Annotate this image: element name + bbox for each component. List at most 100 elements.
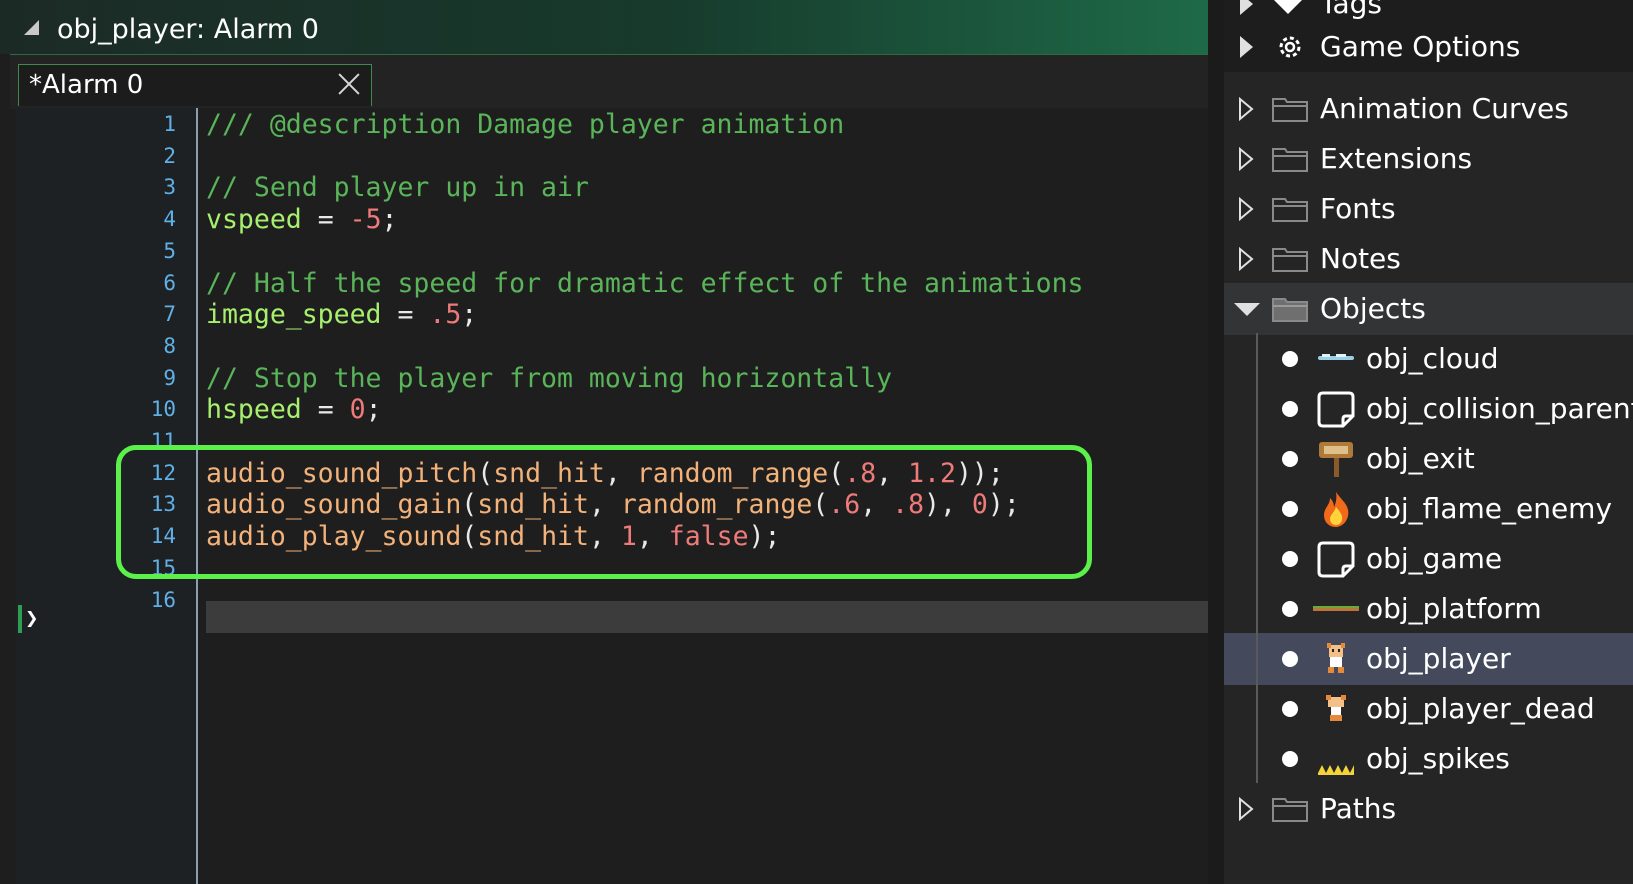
code-line[interactable]: image_speed = .5; (206, 298, 477, 331)
bullet-icon (1282, 551, 1298, 567)
tree-item-obj-game[interactable]: obj_game (1224, 533, 1633, 585)
tree-item-obj-cloud[interactable]: obj_cloud (1224, 333, 1633, 385)
folder-icon (1272, 196, 1308, 222)
tree-item-obj-exit[interactable]: obj_exit (1224, 433, 1633, 485)
code-token: image_speed (206, 299, 382, 331)
tree-guide-line (1256, 333, 1258, 783)
code-token: ; (381, 204, 398, 236)
tree-item-label: Tags (1320, 0, 1382, 20)
tab-alarm-0[interactable]: *Alarm 0 (18, 64, 372, 106)
current-line-marker (18, 605, 22, 633)
line-number: 7 (163, 302, 176, 327)
code-token: ; (365, 394, 382, 426)
line-number: 3 (163, 175, 176, 200)
tree-folder[interactable]: Animation Curves (1224, 83, 1633, 135)
annotation-highlight-box (116, 445, 1092, 579)
expand-arrow-icon[interactable] (1240, 0, 1253, 15)
line-number: 8 (163, 333, 176, 358)
tree-folder[interactable]: Paths (1224, 783, 1633, 835)
code-token: ; (461, 299, 478, 331)
tree-item-label: obj_exit (1366, 442, 1475, 475)
folder-icon (1272, 246, 1308, 272)
panel-splitter[interactable] (1208, 0, 1224, 884)
expand-arrow-icon[interactable] (1238, 97, 1254, 121)
tree-item-label: Game Options (1320, 30, 1521, 63)
tree-item-obj-collision-parent[interactable]: obj_collision_parent (1224, 383, 1633, 435)
code-line[interactable]: // Half the speed for dramatic effect of… (206, 267, 1084, 300)
tree-folder-label: Fonts (1320, 192, 1396, 225)
bullet-icon (1282, 451, 1298, 467)
tree-item-obj-flame-enemy[interactable]: obj_flame_enemy (1224, 483, 1633, 535)
expand-arrow-icon[interactable] (1238, 147, 1254, 171)
empty-sprite-icon (1316, 389, 1356, 429)
code-token: = (301, 204, 350, 236)
tree-item-label: obj_spikes (1366, 742, 1510, 775)
tree-item-obj-spikes[interactable]: obj_spikes (1224, 733, 1633, 785)
tree-item-label: obj_platform (1366, 592, 1542, 625)
tree-folder[interactable]: Fonts (1224, 183, 1633, 235)
tree-item-label: obj_game (1366, 542, 1503, 575)
tree-folder-label: Objects (1320, 292, 1426, 325)
tag-icon (1270, 0, 1306, 22)
tree-folder[interactable]: Notes (1224, 233, 1633, 285)
tree-folder-label: Paths (1320, 792, 1397, 825)
tree-item-obj-platform[interactable]: obj_platform (1224, 583, 1633, 635)
tree-folder[interactable]: Extensions (1224, 133, 1633, 185)
code-token: // Half the speed for dramatic effect of… (206, 267, 1084, 299)
bullet-icon (1282, 601, 1298, 617)
code-token: // Stop the player from moving horizonta… (206, 362, 893, 394)
tree-item-label: obj_cloud (1366, 342, 1499, 375)
line-number: 2 (163, 143, 176, 168)
close-icon[interactable] (335, 70, 363, 98)
code-line[interactable]: /// @description Damage player animation (206, 108, 844, 141)
code-line[interactable]: hspeed = 0; (206, 393, 382, 426)
code-token: hspeed (206, 394, 302, 426)
code-token: = (381, 299, 430, 331)
spikes-icon (1316, 739, 1356, 779)
editor-title: obj_player: Alarm 0 (57, 14, 319, 45)
folder-open-icon (1272, 296, 1308, 322)
tree-folder-objects[interactable]: Objects (1224, 283, 1633, 335)
code-editor-window: obj_player: Alarm 0 *Alarm 0 1 2 3 4 5 6 7 8 9 10… (0, 0, 1208, 884)
flame-icon (1316, 489, 1356, 529)
editor-title-bar[interactable]: obj_player: Alarm 0 (0, 0, 1208, 54)
code-token: .5 (429, 299, 462, 331)
tree-item-obj-player[interactable]: obj_player (1224, 633, 1633, 685)
tree-item-label: obj_player_dead (1366, 692, 1595, 725)
code-line[interactable]: // Send player up in air (206, 171, 589, 204)
code-token: 0 (349, 394, 366, 426)
expand-arrow-icon[interactable] (1238, 197, 1254, 221)
line-number: 16 (150, 587, 176, 612)
tree-item-game-options[interactable]: Game Options (1224, 21, 1633, 73)
tree-folder-label: Extensions (1320, 142, 1473, 175)
folder-icon (1272, 96, 1308, 122)
expand-arrow-icon[interactable] (1238, 797, 1254, 821)
tree-item-obj-player-dead[interactable]: obj_player_dead (1224, 683, 1633, 735)
bullet-icon (1282, 401, 1298, 417)
expand-arrow-icon[interactable] (1238, 247, 1254, 271)
code-line[interactable]: vspeed = -5; (206, 203, 398, 236)
code-token: -5 (349, 204, 382, 236)
tree-item-label: obj_collision_parent (1366, 392, 1633, 425)
expand-arrow-icon[interactable] (1240, 36, 1253, 58)
bullet-icon (1282, 351, 1298, 367)
folder-icon (1272, 146, 1308, 172)
cloud-sprite-icon (1316, 339, 1356, 379)
line-number: 4 (163, 207, 176, 232)
tree-folder-label: Notes (1320, 242, 1401, 275)
tree-folder-label: Animation Curves (1320, 92, 1569, 125)
tree-item-label: obj_flame_enemy (1366, 492, 1613, 525)
platform-sprite-icon (1312, 589, 1360, 629)
empty-sprite-icon (1316, 539, 1356, 579)
gear-icon (1276, 33, 1304, 61)
resize-grip-icon[interactable] (24, 20, 39, 35)
line-number: 6 (163, 270, 176, 295)
folder-icon (1272, 796, 1308, 822)
code-token: // Send player up in air (206, 172, 589, 204)
current-line-highlight (206, 601, 1208, 633)
bullet-icon (1282, 751, 1298, 767)
collapse-arrow-icon[interactable] (1234, 303, 1260, 316)
line-number: 9 (163, 365, 176, 390)
code-line[interactable]: // Stop the player from moving horizonta… (206, 362, 892, 395)
bullet-icon (1282, 701, 1298, 717)
